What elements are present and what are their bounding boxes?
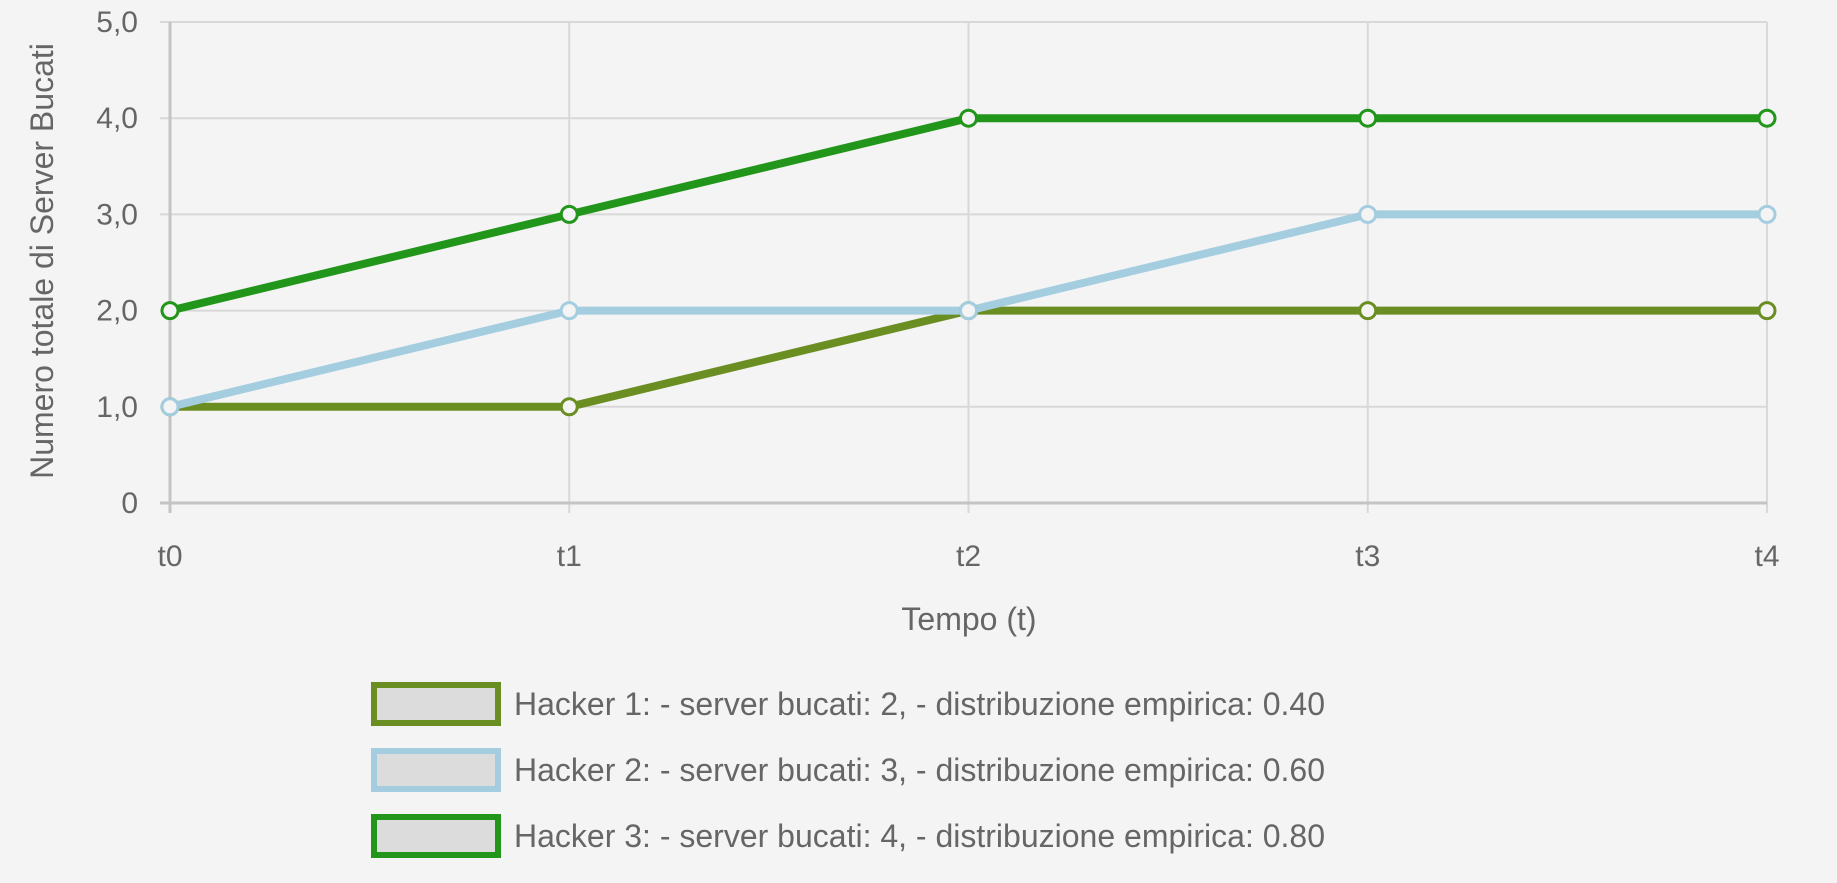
y-axis-title: Numero totale di Server Bucati [24, 43, 60, 479]
chart-svg: 0 1,0 2,0 3,0 4,0 5,0 t0 t1 t2 t3 t4 Tempo (t) Nu… [24, 6, 1780, 858]
y-tick-label: 3,0 [96, 198, 138, 231]
y-tick-label: 1,0 [96, 391, 138, 424]
data-point-hacker-3 [1358, 108, 1378, 128]
x-tick-label: t4 [1754, 540, 1779, 573]
legend-item-hacker-1[interactable]: Hacker 1: - server bucati: 2, - distribu… [371, 682, 1325, 726]
data-point-hacker-3 [160, 301, 180, 321]
legend[interactable]: Hacker 1: - server bucati: 2, - distribu… [371, 682, 1325, 858]
line-chart: 0 1,0 2,0 3,0 4,0 5,0 t0 t1 t2 t3 t4 Tempo (t) Nu… [0, 0, 1837, 883]
data-point-hacker-2 [559, 301, 579, 321]
data-point-hacker-1 [559, 397, 579, 417]
data-point-hacker-1 [1358, 301, 1378, 321]
data-point-hacker-1 [1757, 301, 1777, 321]
data-point-hacker-2 [1757, 204, 1777, 224]
data-point-hacker-3 [559, 204, 579, 224]
x-tick-label: t1 [557, 540, 582, 573]
x-axis-title: Tempo (t) [901, 601, 1036, 637]
legend-swatch [371, 682, 501, 726]
x-tick-labels: t0 t1 t2 t3 t4 [157, 540, 1779, 573]
y-tick-labels: 0 1,0 2,0 3,0 4,0 5,0 [96, 6, 138, 520]
data-point-hacker-3 [1757, 108, 1777, 128]
legend-item-hacker-3[interactable]: Hacker 3: - server bucati: 4, - distribu… [371, 814, 1325, 858]
legend-swatch [371, 814, 501, 858]
y-tick-label: 5,0 [96, 6, 138, 39]
data-point-hacker-2 [959, 301, 978, 321]
axis-layer [160, 22, 1767, 513]
legend-swatch [371, 748, 501, 792]
legend-label: Hacker 1: - server bucati: 2, - distribu… [514, 686, 1325, 722]
y-tick-label: 2,0 [96, 295, 138, 328]
legend-item-hacker-2[interactable]: Hacker 2: - server bucati: 3, - distribu… [371, 748, 1325, 792]
legend-label: Hacker 2: - server bucati: 3, - distribu… [514, 752, 1325, 788]
x-tick-label: t2 [956, 540, 981, 573]
legend-label: Hacker 3: - server bucati: 4, - distribu… [514, 818, 1325, 854]
grid-layer [160, 21, 1768, 513]
data-point-hacker-3 [959, 108, 978, 128]
data-point-hacker-2 [160, 397, 180, 417]
x-tick-label: t0 [157, 540, 182, 573]
x-tick-label: t3 [1355, 540, 1380, 573]
y-tick-label: 0 [121, 487, 138, 520]
data-point-hacker-2 [1358, 204, 1378, 224]
y-tick-label: 4,0 [96, 102, 138, 135]
